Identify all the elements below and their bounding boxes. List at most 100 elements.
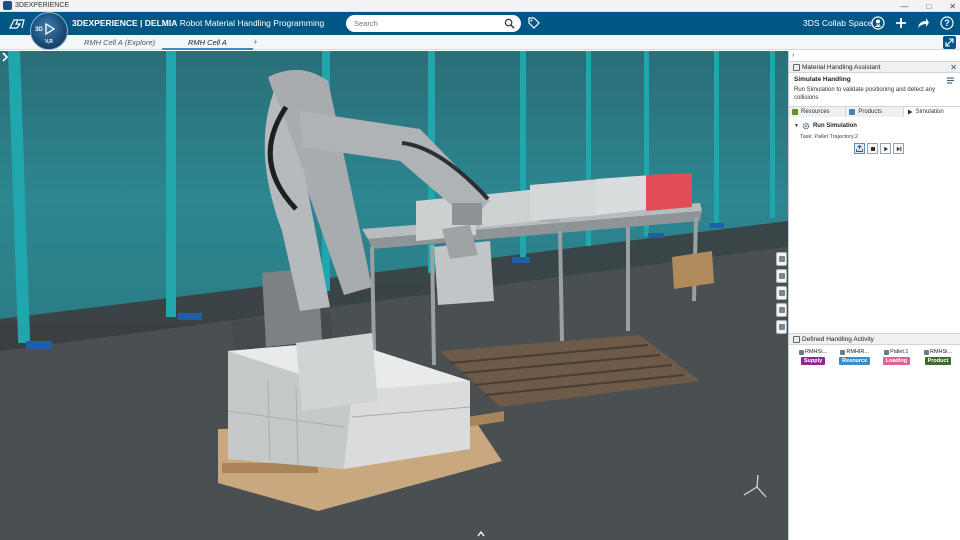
view-tool-1[interactable]: [776, 252, 787, 266]
3d-viewport[interactable]: [0, 51, 788, 540]
activity-name: Pallet.1: [884, 349, 908, 355]
compass-v-label: V,R: [45, 39, 53, 45]
close-window-button[interactable]: ✕: [949, 2, 956, 11]
play-button[interactable]: [880, 143, 891, 154]
search-box[interactable]: [346, 15, 521, 32]
activity-icon: [840, 349, 846, 355]
step-forward-button[interactable]: [893, 143, 904, 154]
panel-tabs: Resources Products Simulation: [789, 106, 960, 117]
task-label: Task: Pallet Trajectory.2: [800, 134, 858, 140]
tab-simulation-label: Simulation: [915, 109, 944, 115]
brand-prefix: 3DEXPERIENCE | DELMIA: [72, 18, 178, 28]
app-window: 3DEXPERIENCE — □ ✕ 3DEXPERIENCE | DELMIA…: [0, 0, 960, 540]
tab-bar: RMH Cell A (Explore) RMH Cell A +: [0, 35, 960, 50]
robot-cell-scene: [0, 51, 788, 540]
add-icon[interactable]: [893, 15, 908, 31]
view-tool-3[interactable]: [776, 286, 787, 300]
run-simulation-node[interactable]: ▼ Run Simulation: [794, 122, 857, 130]
tab-rmh-cell-a-explore[interactable]: RMH Cell A (Explore): [84, 35, 155, 50]
activity-item[interactable]: Pallet.1 Loading: [876, 349, 916, 365]
activity-header-title: Defined Handling Activity: [802, 336, 874, 343]
ds-logo-icon: [9, 18, 25, 29]
resources-icon: [792, 109, 798, 115]
activity-name-text: RMHSi...: [805, 349, 827, 355]
activity-name: RMHIR...: [840, 349, 869, 355]
app-name: Robot Material Handling Programming: [179, 18, 325, 28]
activity-icon: [923, 349, 929, 355]
play-icon: [45, 23, 55, 35]
activity-name: RMHSi...: [923, 349, 952, 355]
material-handling-assistant-header: Material Handling Assistant ✕: [789, 61, 960, 73]
os-title-bar: 3DEXPERIENCE — □ ✕: [0, 0, 960, 12]
share-icon[interactable]: [916, 15, 931, 31]
top-bar: 3DEXPERIENCE | DELMIA Robot Material Han…: [0, 12, 960, 35]
export-button[interactable]: [854, 143, 865, 154]
app-title: 3DEXPERIENCE | DELMIA Robot Material Han…: [72, 12, 324, 35]
compass-3d-label: 3D: [35, 27, 43, 33]
handling-activities: RMHSi... Supply RMHIR... Resource Pallet…: [793, 349, 958, 365]
svg-text:?: ?: [944, 18, 950, 28]
search-input[interactable]: [354, 17, 494, 30]
activity-badge-supply: Supply: [800, 357, 826, 365]
tab-products[interactable]: Products: [846, 107, 904, 117]
play-icon: [883, 146, 888, 151]
simulate-description: Run Simulation to validate positioning a…: [794, 87, 936, 101]
activity-name-text: RMHIR...: [846, 349, 869, 355]
export-icon: [856, 145, 863, 152]
activity-item[interactable]: RMHSi... Supply: [793, 349, 833, 365]
stop-icon: [870, 146, 875, 151]
view-tool-4[interactable]: [776, 303, 787, 317]
right-panel: › Material Handling Assistant ✕ Simulate…: [788, 51, 960, 540]
activity-badge-resource: Resource: [839, 357, 871, 365]
tab-simulation[interactable]: Simulation: [903, 107, 960, 117]
window-controls: — □ ✕: [900, 0, 956, 12]
fullscreen-button[interactable]: [943, 36, 956, 49]
ds-logo[interactable]: [8, 12, 26, 35]
search-icon[interactable]: [504, 18, 515, 29]
tab-products-label: Products: [858, 109, 883, 115]
expand-left-icon[interactable]: [0, 51, 10, 63]
stop-button[interactable]: [867, 143, 878, 154]
activity-item[interactable]: RMHSi... Product: [918, 349, 958, 365]
activity-window-icon: [793, 336, 800, 343]
activity-name-text: RMHSi...: [929, 349, 952, 355]
os-title-text: 3DEXPERIENCE: [15, 2, 70, 9]
products-icon: [849, 109, 856, 115]
user-profile-icon[interactable]: [870, 15, 885, 31]
simulate-handling-title: Simulate Handling: [794, 76, 851, 83]
help-icon[interactable]: ?: [939, 15, 954, 31]
view-tool-1-icon: [778, 256, 785, 262]
panel-close-button[interactable]: ✕: [950, 62, 957, 73]
gear-icon: [802, 122, 810, 130]
fullscreen-icon: [945, 38, 954, 47]
step-forward-icon: [896, 146, 901, 151]
tag-icon[interactable]: [527, 16, 541, 30]
viewport-side-toolbar: [776, 252, 788, 334]
panel-collapse-button[interactable]: ›: [792, 52, 794, 59]
simulation-play-icon: [907, 109, 913, 115]
tab-rmh-cell-a[interactable]: RMH Cell A: [162, 35, 253, 50]
activity-icon: [884, 349, 890, 355]
maximize-button[interactable]: □: [926, 2, 931, 11]
compass-widget[interactable]: 3D V,R: [30, 12, 68, 50]
view-tool-2-icon: [778, 273, 785, 279]
panel-window-icon: [793, 64, 800, 71]
run-simulation-label: Run Simulation: [812, 123, 857, 129]
view-tool-5[interactable]: [776, 320, 787, 334]
minimize-button[interactable]: —: [900, 2, 908, 11]
view-tool-3-icon: [778, 290, 785, 296]
add-tab-button[interactable]: +: [253, 35, 258, 50]
list-options-icon[interactable]: [946, 76, 955, 85]
view-tool-5-icon: [778, 324, 785, 330]
simulation-controls: [854, 143, 904, 154]
tab-resources[interactable]: Resources: [789, 107, 847, 117]
collab-space-label: 3DS Collab Space: [803, 18, 873, 28]
defined-handling-activity-header: Defined Handling Activity: [789, 333, 960, 345]
tab-resources-label: Resources: [801, 109, 830, 115]
view-tool-4-icon: [778, 307, 785, 313]
expand-caret-icon[interactable]: ▼: [794, 123, 799, 129]
activity-item[interactable]: RMHIR... Resource: [835, 349, 875, 365]
view-tool-2[interactable]: [776, 269, 787, 283]
expand-bottom-icon[interactable]: [476, 530, 486, 538]
activity-icon: [799, 349, 804, 355]
